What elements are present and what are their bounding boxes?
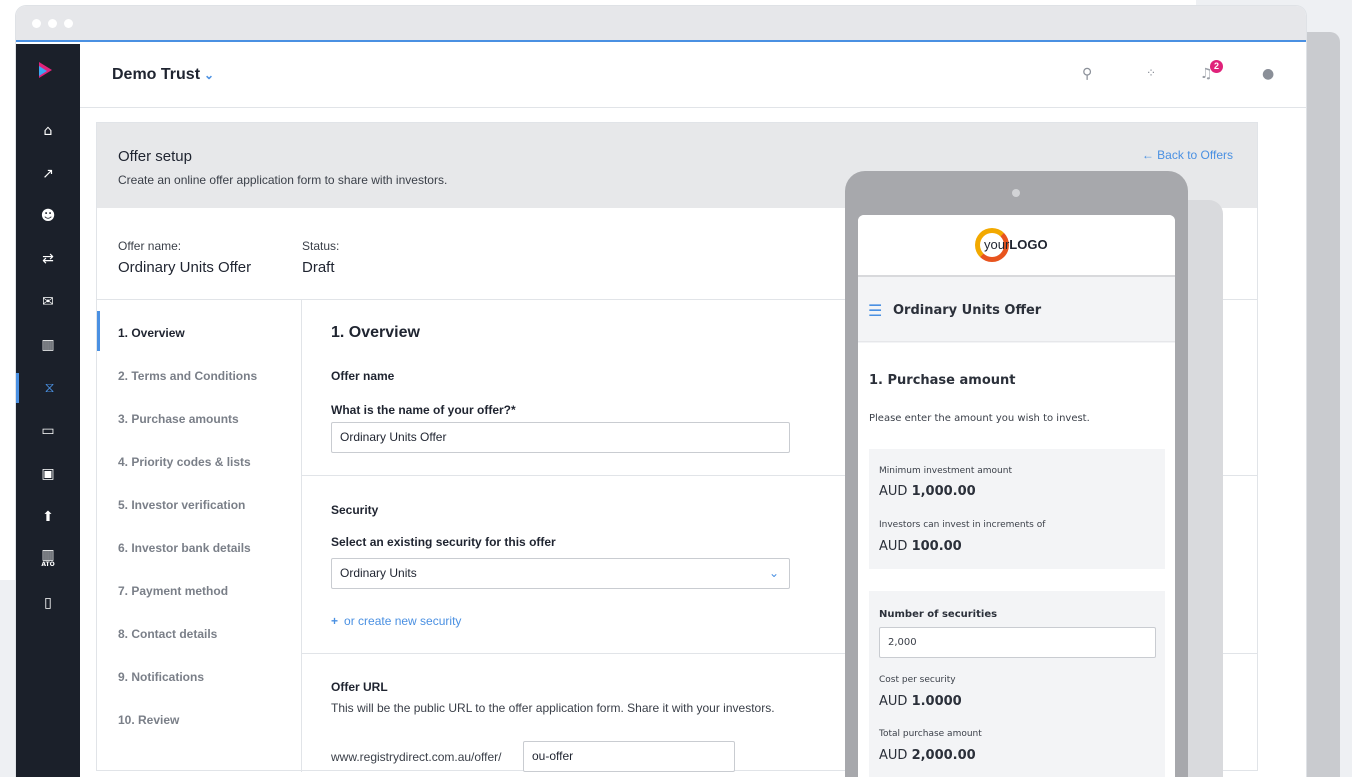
security-question: Select an existing security for this off… [331, 535, 556, 549]
preview-body: 1. Purchase amount Please enter the amou… [858, 343, 1175, 777]
offer-name-input[interactable]: Ordinary Units Offer [331, 422, 790, 453]
active-step-indicator [97, 311, 100, 351]
hamburger-menu-icon[interactable]: ☰ [868, 301, 882, 320]
bank-icon[interactable]: ⌂ [16, 116, 80, 146]
amount: 1.0000 [911, 694, 962, 709]
security-select[interactable]: Ordinary Units ⌄ [331, 558, 790, 589]
clipboard-icon[interactable]: ▯ [16, 588, 80, 618]
currency: AUD [879, 748, 908, 763]
calendar-icon[interactable]: ▭ [16, 416, 80, 446]
step-contact-details[interactable]: 8. Contact details [118, 627, 217, 641]
amount: 2,000.00 [911, 748, 976, 763]
plus-icon: + [331, 614, 339, 628]
offer-url-slug-input[interactable]: ou-offer [523, 741, 735, 772]
handshake-icon[interactable]: ⧖ [16, 373, 80, 403]
increments-label: Investors can invest in increments of [879, 520, 1046, 530]
create-security-label: or create new security [344, 614, 462, 628]
total-purchase-value: AUD 2,000.00 [879, 748, 976, 763]
cost-per-security-value: AUD 1.0000 [879, 694, 962, 709]
preview-intro: Please enter the amount you wish to inve… [869, 413, 1090, 424]
preview-nav: ☰ Ordinary Units Offer [858, 279, 1175, 342]
offer-name-label: Offer name: [118, 239, 182, 253]
background-device-edge [1306, 32, 1340, 777]
increments-value: AUD 100.00 [879, 539, 962, 554]
step-investor-bank-details[interactable]: 6. Investor bank details [118, 541, 251, 555]
back-to-offers-link[interactable]: ← Back to Offers [1142, 148, 1233, 162]
preview-logo: yourLOGO [984, 237, 1048, 252]
total-purchase-label: Total purchase amount [879, 729, 982, 739]
window-dot [64, 19, 73, 28]
notification-badge: 2 [1210, 60, 1223, 73]
bar-chart-icon[interactable]: ▥ [16, 330, 80, 360]
search-icon[interactable]: ⚲ [1082, 66, 1092, 82]
offer-url-heading: Offer URL [331, 680, 388, 694]
top-bar: Demo Trust ⌄ ⚲ ⁘ ♫ 2 ● [80, 44, 1306, 108]
currency: AUD [879, 484, 908, 499]
page-subtitle: Create an online offer application form … [118, 173, 448, 187]
step-payment-method[interactable]: 7. Payment method [118, 584, 228, 598]
mail-icon[interactable]: ✉ [16, 287, 80, 317]
section-title: 1. Overview [331, 324, 420, 341]
min-investment-value: AUD 1,000.00 [879, 484, 976, 499]
offer-name-value: Ordinary Units Offer [118, 259, 252, 276]
loading-spinner-icon: ⁘ [1146, 66, 1157, 80]
user-icon[interactable]: ● [1262, 66, 1274, 82]
divider [301, 300, 302, 772]
number-of-securities-input[interactable]: 2,000 [879, 627, 1156, 658]
step-purchase-amounts[interactable]: 3. Purchase amounts [118, 412, 239, 426]
amount: 1,000.00 [911, 484, 976, 499]
step-review[interactable]: 10. Review [118, 713, 179, 727]
upload-icon[interactable]: ⬆ [16, 502, 80, 532]
chart-line-icon[interactable]: ↗ [16, 159, 80, 189]
step-overview[interactable]: 1. Overview [118, 326, 185, 340]
status-value: Draft [302, 259, 335, 276]
ato-report-icon[interactable]: ▥ ATO [16, 545, 80, 575]
phone-camera [1012, 189, 1020, 197]
app-logo-inner [39, 66, 47, 76]
security-select-value: Ordinary Units [340, 566, 417, 580]
chevron-down-icon: ⌄ [204, 68, 215, 82]
transfer-icon[interactable]: ⇄ [16, 244, 80, 274]
ato-chart-glyph: ▥ [41, 547, 55, 563]
logo-logo: LOGO [1009, 237, 1048, 252]
sidebar: ⌂ ↗ ☻ ⇄ ✉ ▥ ⧖ ▭ ▣ ⬆ ▥ ATO ▯ [16, 44, 80, 777]
security-heading: Security [331, 503, 379, 517]
min-investment-label: Minimum investment amount [879, 466, 1012, 476]
preview-heading: 1. Purchase amount [869, 373, 1016, 388]
money-icon[interactable]: ▣ [16, 459, 80, 489]
step-investor-verification[interactable]: 5. Investor verification [118, 498, 245, 512]
step-priority-codes[interactable]: 4. Priority codes & lists [118, 455, 251, 469]
step-terms[interactable]: 2. Terms and Conditions [118, 369, 257, 383]
offer-name-question: What is the name of your offer?* [331, 403, 516, 417]
logo-your: your [984, 237, 1010, 252]
trust-selector[interactable]: Demo Trust ⌄ [112, 66, 214, 84]
page-title: Offer setup [118, 148, 192, 165]
cost-per-security-label: Cost per security [879, 675, 956, 685]
status-label: Status: [302, 239, 340, 253]
window-dot [32, 19, 41, 28]
preview-nav-title: Ordinary Units Offer [893, 303, 1042, 318]
number-of-securities-label: Number of securities [879, 609, 998, 620]
step-notifications[interactable]: 9. Notifications [118, 670, 204, 684]
phone-screen: yourLOGO ☰ Ordinary Units Offer 1. Purch… [858, 215, 1175, 777]
ato-label: ATO [41, 561, 55, 568]
currency: AUD [879, 539, 908, 554]
currency: AUD [879, 694, 908, 709]
offer-name-heading: Offer name [331, 369, 395, 383]
purchase-card: Number of securities 2,000 Cost per secu… [869, 591, 1165, 777]
chevron-down-icon: ⌄ [768, 566, 779, 580]
offer-url-description: This will be the public URL to the offer… [331, 701, 775, 715]
investment-limits-card: Minimum investment amount AUD 1,000.00 I… [869, 449, 1165, 569]
offer-url-prefix: www.registrydirect.com.au/offer/ [331, 750, 502, 764]
window-dot [48, 19, 57, 28]
create-security-link[interactable]: + or create new security [331, 614, 461, 628]
amount: 100.00 [911, 539, 962, 554]
security-question-text: Select an existing security for this off… [331, 535, 556, 549]
preview-logo-bar: yourLOGO [858, 215, 1175, 277]
trust-name: Demo Trust [112, 66, 201, 83]
users-icon[interactable]: ☻ [16, 201, 80, 231]
window-titlebar [16, 6, 1306, 42]
